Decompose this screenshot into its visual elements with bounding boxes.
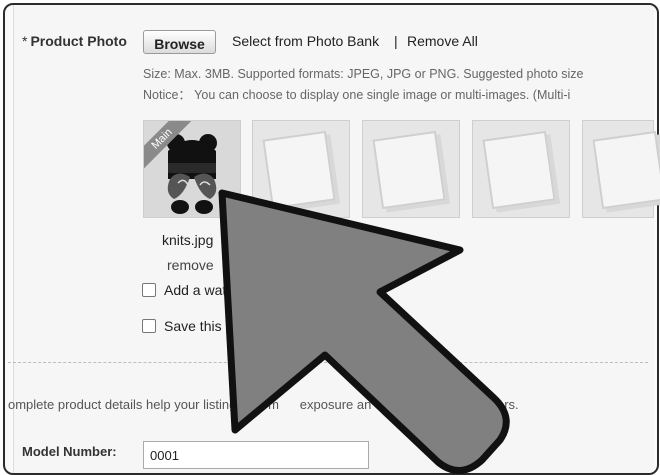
file-name: knits.jpg — [162, 232, 214, 248]
save-photo-checkbox[interactable] — [142, 319, 156, 333]
size-hint: Size: Max. 3MB. Supported formats: JPEG,… — [143, 67, 584, 81]
remove-all-link[interactable]: Remove All — [407, 33, 478, 49]
notice-hint: Notice： You can choose to display one si… — [143, 88, 571, 102]
product-photo-label-text: Product Photo — [30, 33, 127, 49]
link-separator: | — [394, 33, 398, 49]
empty-photo-slot[interactable] — [472, 120, 570, 218]
remove-photo-link[interactable]: remove — [167, 257, 214, 273]
listing-tip-text: omplete product details help your listin… — [8, 397, 519, 412]
photo-placeholder-icon — [372, 130, 446, 210]
select-from-photo-bank-link[interactable]: Select from Photo Bank — [232, 33, 379, 49]
model-number-input[interactable] — [143, 441, 369, 469]
main-photo-thumbnail[interactable]: Main — [143, 120, 241, 218]
photo-placeholder-icon — [592, 130, 660, 210]
section-divider — [8, 362, 648, 363]
model-number-label: Model Number: — [22, 444, 117, 459]
required-mark: * — [22, 33, 28, 49]
watermark-checkbox[interactable] — [142, 283, 156, 297]
save-photo-label: Save this photo i — [164, 318, 268, 334]
watermark-label: Add a waterma — [164, 282, 259, 298]
watermark-option[interactable]: Add a waterma — [142, 282, 258, 298]
empty-photo-slot[interactable] — [362, 120, 460, 218]
photo-placeholder-icon — [482, 130, 556, 210]
empty-photo-slot[interactable] — [252, 120, 350, 218]
photo-placeholder-icon — [262, 130, 336, 210]
save-photo-option[interactable]: Save this photo i — [142, 318, 268, 334]
browse-button[interactable]: Browse — [143, 30, 216, 54]
empty-photo-slot[interactable] — [582, 120, 660, 218]
product-photo-label: * Product Photo — [22, 33, 127, 49]
